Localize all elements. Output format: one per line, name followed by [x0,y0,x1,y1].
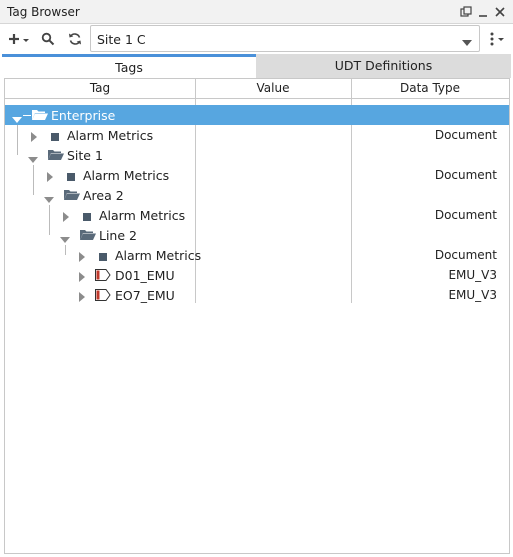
tree-row-data-type: Document [434,168,497,182]
tree-row-site-1[interactable]: Site 1 [5,145,509,165]
tab-bar: Tags UDT Definitions [2,54,511,78]
tree-row-d01-emu[interactable]: D01_EMU EMU_V3 [5,265,509,285]
tree-row-enterprise[interactable]: Enterprise [5,105,509,125]
close-icon[interactable] [491,3,509,21]
tab-udt-definitions[interactable]: UDT Definitions [256,54,511,78]
tree-row-label: Alarm Metrics [115,248,202,263]
float-window-icon[interactable] [457,3,475,21]
minimize-icon[interactable] [474,3,492,21]
search-icon[interactable] [38,28,58,50]
tag-tree-table: Tag Value Data Type Enterprise Alarm Met… [4,78,510,554]
more-options-button[interactable] [486,28,508,50]
add-tag-button[interactable] [6,28,32,50]
expand-toggle-icon[interactable] [63,211,69,225]
document-tag-icon [83,210,91,224]
toolbar: Site 1 C [0,24,513,54]
udt-instance-icon [95,289,111,304]
folder-open-icon [31,109,49,124]
tree-row-alarm-metrics[interactable]: Alarm Metrics Document [5,125,509,145]
udt-instance-icon [95,269,111,284]
tree-row-label: Alarm Metrics [83,168,170,183]
tab-tags-label: Tags [115,60,143,75]
chevron-down-icon [462,35,472,49]
collapse-toggle-icon[interactable] [28,152,38,166]
tree-row-area-2[interactable]: Area 2 [5,185,509,205]
tag-provider-value: Site 1 C [97,32,146,47]
folder-open-icon [47,149,65,164]
tree-row-line-2[interactable]: Line 2 [5,225,509,245]
tree-row-data-type: EMU_V3 [448,268,497,282]
tree-row-alarm-metrics[interactable]: Alarm Metrics Document [5,245,509,265]
document-tag-icon [99,250,107,264]
expand-toggle-icon[interactable] [79,291,85,305]
tree-connector [23,115,31,116]
tab-tags[interactable]: Tags [2,54,256,78]
folder-open-icon [79,229,97,244]
window-title: Tag Browser [7,5,80,19]
folder-open-icon [63,189,81,204]
tree-row-label: D01_EMU [115,268,175,283]
tree-row-label: Line 2 [99,228,137,243]
tree-row-alarm-metrics[interactable]: Alarm Metrics Document [5,205,509,225]
tree-row-label: Site 1 [67,148,103,163]
document-tag-icon [67,170,75,184]
tree-row-data-type: Document [434,208,497,222]
collapse-toggle-icon[interactable] [44,192,54,206]
table-header: Tag Value Data Type [5,79,509,99]
tree-row-label: Area 2 [83,188,124,203]
column-header-tag[interactable]: Tag [5,79,195,98]
title-bar: Tag Browser [0,0,513,24]
tree-row-label: Alarm Metrics [99,208,186,223]
column-header-value[interactable]: Value [195,79,351,98]
tree-row-data-type: Document [434,128,497,142]
expand-toggle-icon[interactable] [79,271,85,285]
tree-row-label: Enterprise [51,108,116,123]
tree-row-label: Alarm Metrics [67,128,154,143]
expand-toggle-icon[interactable] [47,171,53,185]
document-tag-icon [51,130,59,144]
tab-udt-definitions-label: UDT Definitions [334,58,433,73]
refresh-icon[interactable] [65,28,85,50]
expand-toggle-icon[interactable] [79,251,85,265]
collapse-toggle-icon[interactable] [60,232,70,246]
tree-row-data-type: Document [434,248,497,262]
tag-provider-dropdown[interactable]: Site 1 C [90,25,480,52]
expand-toggle-icon[interactable] [31,131,37,145]
tree-row-alarm-metrics[interactable]: Alarm Metrics Document [5,165,509,185]
tree-row-eo7-emu[interactable]: EO7_EMU EMU_V3 [5,285,509,305]
tree-row-label: EO7_EMU [115,288,175,303]
column-header-data-type[interactable]: Data Type [351,79,509,98]
tree-row-data-type: EMU_V3 [448,288,497,302]
collapse-toggle-icon[interactable] [12,112,22,126]
